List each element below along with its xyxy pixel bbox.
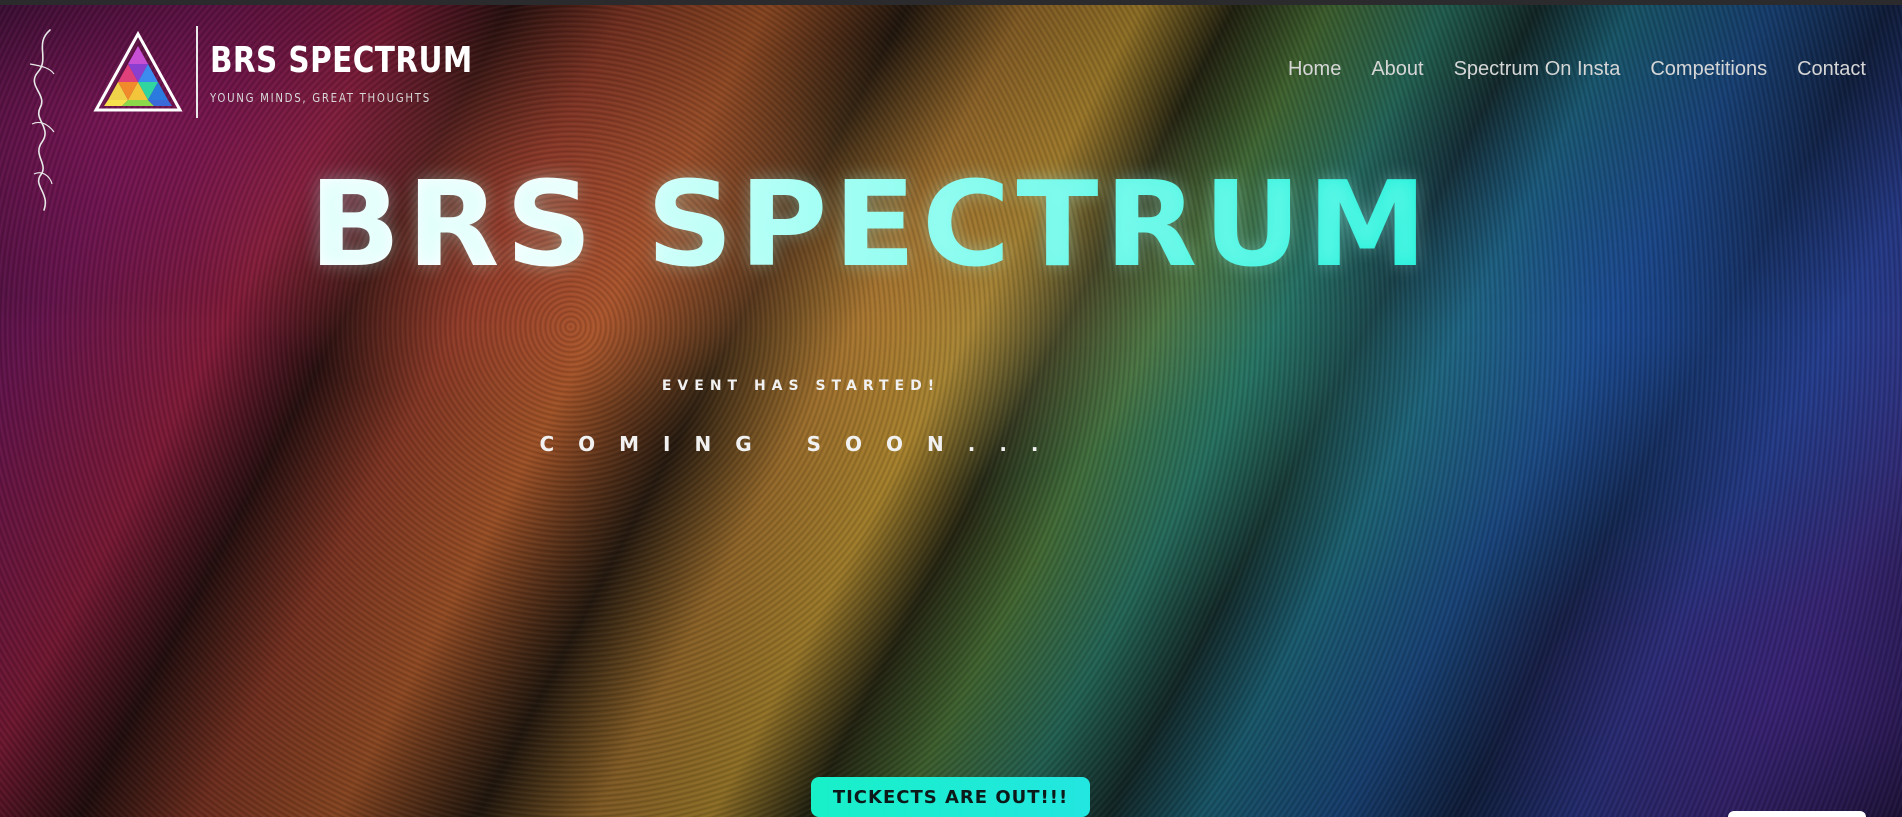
nav-item-spectrum-on-insta[interactable]: Spectrum On Insta — [1454, 58, 1621, 81]
page: BRS SPECTRUM YOUNG MINDS, GREAT THOUGHTS… — [0, 0, 1902, 817]
coming-soon-text: COMING SOON... — [539, 432, 1063, 456]
logo-divider — [196, 26, 198, 118]
hero-title-text: BRS SPECTRUM — [308, 155, 1434, 293]
nav-item-about[interactable]: About — [1371, 58, 1423, 81]
hero-title: BRS SPECTRUM — [0, 155, 1902, 293]
event-status-text: EVENT HAS STARTED! — [661, 378, 941, 394]
hero-background-image — [0, 0, 1902, 817]
nav-item-contact[interactable]: Contact — [1797, 58, 1866, 81]
nav-item-home[interactable]: Home — [1288, 58, 1341, 81]
nav-item-competitions[interactable]: Competitions — [1650, 58, 1767, 81]
main-nav: Home About Spectrum On Insta Competition… — [1288, 58, 1866, 81]
chat-widget-tab[interactable] — [1728, 811, 1866, 817]
tickets-button[interactable]: TICKECTS ARE OUT!!! — [811, 777, 1090, 817]
browser-top-strip — [0, 0, 1902, 5]
logo-title: BRS SPECTRUM — [210, 40, 473, 81]
logo-text: BRS SPECTRUM YOUNG MINDS, GREAT THOUGHTS — [210, 39, 530, 105]
logo-tagline: YOUNG MINDS, GREAT THOUGHTS — [210, 91, 431, 105]
site-logo[interactable]: BRS SPECTRUM YOUNG MINDS, GREAT THOUGHTS — [92, 26, 530, 118]
rainbow-triangle-logo-icon — [93, 30, 183, 112]
